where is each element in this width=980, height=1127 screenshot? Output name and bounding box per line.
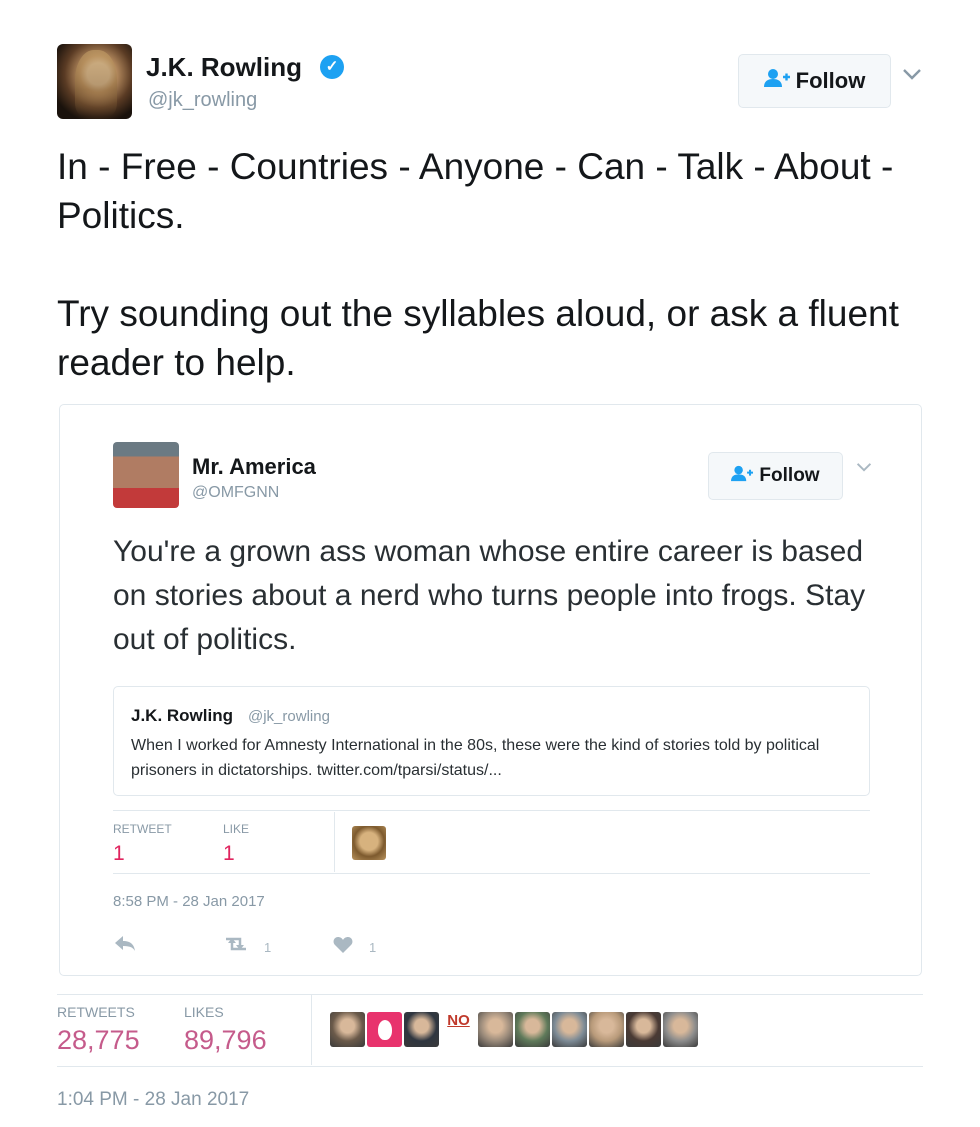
quoted-chevron-down-icon[interactable] (856, 460, 872, 478)
egg-icon (377, 1019, 392, 1040)
author-avatar[interactable] (57, 44, 132, 119)
divider-vertical (334, 812, 335, 872)
liker-avatar[interactable] (552, 1012, 587, 1047)
add-person-icon (731, 465, 754, 487)
tweet-paragraph-1: In - Free - Countries - Anyone - Can - T… (57, 146, 894, 236)
add-person-icon (763, 68, 790, 94)
retweets-count[interactable]: 28,775 (57, 1025, 140, 1056)
like-stat-count[interactable]: 1 (223, 842, 235, 866)
divider (57, 1066, 923, 1067)
reply-icon[interactable] (114, 935, 136, 959)
nested-quote-author-handle: @jk_rowling (248, 708, 330, 725)
quoted-author-avatar[interactable] (113, 442, 179, 508)
divider (57, 994, 923, 995)
chevron-down-icon[interactable] (902, 64, 922, 87)
liker-avatar[interactable] (352, 826, 386, 860)
like-stat-label: LIKE (223, 822, 250, 836)
divider (113, 810, 870, 811)
quoted-author-handle[interactable]: @OMFGNN (192, 484, 279, 502)
quoted-follow-button[interactable]: Follow (708, 452, 843, 500)
author-handle[interactable]: @jk_rowling (148, 89, 257, 112)
follow-button[interactable]: Follow (738, 54, 891, 108)
quoted-timestamp[interactable]: 8:58 PM - 28 Jan 2017 (113, 893, 265, 910)
liker-avatar[interactable] (515, 1012, 550, 1047)
liker-avatar[interactable] (367, 1012, 402, 1047)
liker-avatar[interactable] (589, 1012, 624, 1047)
liker-avatar[interactable] (663, 1012, 698, 1047)
divider (113, 873, 870, 874)
retweet-stat-count[interactable]: 1 (113, 842, 125, 866)
liker-avatar[interactable] (404, 1012, 439, 1047)
quoted-author-name[interactable]: Mr. America (192, 454, 316, 480)
liker-avatars: NO (330, 1012, 698, 1047)
retweets-label: RETWEETS (57, 1004, 135, 1020)
likes-count[interactable]: 89,796 (184, 1025, 267, 1056)
tweet-text: In - Free - Countries - Anyone - Can - T… (57, 142, 937, 436)
verified-badge-icon: ✓ (320, 55, 344, 79)
liker-avatar[interactable]: NO (441, 1012, 476, 1047)
liker-no-text: NO (447, 1012, 470, 1029)
quoted-follow-label: Follow (759, 465, 820, 486)
liker-avatar[interactable] (626, 1012, 661, 1047)
likes-label: LIKES (184, 1004, 224, 1020)
like-action-count: 1 (369, 940, 377, 955)
tweet-timestamp[interactable]: 1:04 PM - 28 Jan 2017 (57, 1089, 249, 1111)
liker-avatar[interactable] (478, 1012, 513, 1047)
retweet-icon[interactable] (222, 935, 250, 959)
quoted-tweet-text: You're a grown ass woman whose entire ca… (113, 535, 866, 656)
heart-icon[interactable] (333, 936, 353, 960)
nested-quote-text: When I worked for Amnesty International … (131, 737, 820, 779)
author-name[interactable]: J.K. Rowling (146, 52, 302, 83)
divider-vertical (311, 995, 312, 1065)
follow-label: Follow (795, 68, 866, 93)
retweet-action-count: 1 (264, 940, 272, 955)
tweet-paragraph-2: Try sounding out the syllables aloud, or… (57, 293, 899, 383)
retweet-stat-label: RETWEET (113, 822, 172, 836)
liker-avatar[interactable] (330, 1012, 365, 1047)
nested-quote-author-name: J.K. Rowling (131, 706, 233, 725)
